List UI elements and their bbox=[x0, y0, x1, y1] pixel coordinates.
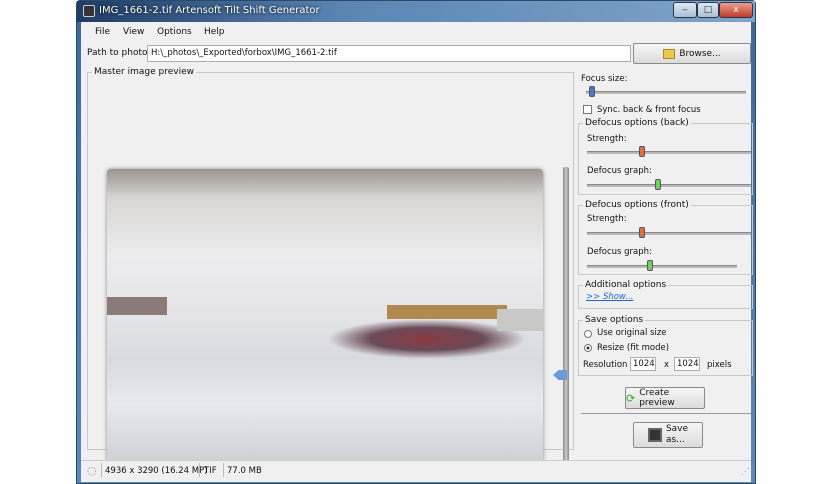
menu-bar: File View Options Help bbox=[81, 22, 751, 42]
use-original-radio[interactable] bbox=[584, 330, 592, 338]
save-as-button[interactable]: Save as... bbox=[633, 422, 703, 448]
height-input[interactable]: 1024 bbox=[674, 357, 700, 371]
app-window: IMG_1661-2.tif Artensoft Tilt Shift Gene… bbox=[76, 0, 756, 484]
sync-checkbox[interactable] bbox=[583, 105, 592, 114]
divider bbox=[581, 413, 751, 414]
focus-position-slider[interactable] bbox=[563, 167, 569, 465]
back-graph-label: Defocus graph: bbox=[587, 166, 652, 176]
browse-button[interactable]: Browse... bbox=[633, 43, 751, 64]
separator bbox=[223, 463, 224, 477]
preview-image bbox=[107, 169, 543, 463]
building bbox=[107, 297, 167, 315]
menu-view[interactable]: View bbox=[123, 27, 144, 37]
focus-position-handle[interactable] bbox=[553, 370, 567, 380]
focus-size-slider[interactable] bbox=[586, 91, 746, 94]
by-label: x bbox=[664, 360, 670, 370]
path-input[interactable]: H:\_photos\_Exported\forbox\IMG_1661-2.t… bbox=[147, 45, 631, 62]
resize-radio[interactable] bbox=[584, 344, 592, 352]
front-strength-slider[interactable] bbox=[587, 232, 751, 235]
browse-label: Browse... bbox=[679, 48, 721, 59]
use-original-label: Use original size bbox=[597, 328, 667, 338]
front-graph-slider[interactable] bbox=[587, 265, 737, 268]
menu-options[interactable]: Options bbox=[157, 27, 192, 37]
resize-label: Resize (fit mode) bbox=[597, 343, 670, 353]
folder-icon bbox=[663, 48, 676, 59]
window-title: IMG_1661-2.tif Artensoft Tilt Shift Gene… bbox=[99, 5, 320, 16]
master-preview-group: Master image preview bbox=[87, 67, 574, 465]
app-icon bbox=[83, 5, 95, 17]
defocus-front-label: Defocus options (front) bbox=[583, 200, 691, 210]
building bbox=[497, 309, 543, 331]
client-area: File View Options Help Path to photo: H:… bbox=[81, 22, 753, 482]
title-bar: IMG_1661-2.tif Artensoft Tilt Shift Gene… bbox=[77, 1, 755, 22]
maximize-button[interactable]: □ bbox=[697, 2, 719, 18]
loading-spinner-icon: ◌ bbox=[87, 464, 97, 477]
additional-options-label: Additional options bbox=[583, 280, 669, 290]
resize-grip-icon[interactable]: ⋰ bbox=[741, 467, 750, 477]
close-button[interactable]: x bbox=[719, 2, 753, 18]
width-input[interactable]: 1024 bbox=[630, 357, 656, 371]
resolution-label: Resolution bbox=[583, 360, 628, 370]
focus-size-thumb[interactable] bbox=[589, 86, 595, 97]
front-graph-thumb[interactable] bbox=[647, 260, 653, 271]
file-size: 77.0 MB bbox=[227, 466, 262, 476]
defocus-back-label: Defocus options (back) bbox=[583, 118, 691, 128]
front-strength-thumb[interactable] bbox=[639, 227, 645, 238]
back-graph-slider[interactable] bbox=[587, 184, 751, 187]
focus-size-label: Focus size: bbox=[581, 74, 628, 84]
minimize-button[interactable]: ‒ bbox=[673, 2, 697, 18]
refresh-icon: ⟳ bbox=[626, 391, 636, 405]
menu-help[interactable]: Help bbox=[204, 27, 225, 37]
save-as-label-line1: Save bbox=[665, 424, 689, 434]
image-dimensions: 4936 x 3290 (16.24 MP) bbox=[105, 466, 208, 476]
front-graph-label: Defocus graph: bbox=[587, 247, 652, 257]
additional-options-group: Additional options >> Show... bbox=[578, 280, 753, 309]
menu-file[interactable]: File bbox=[95, 27, 110, 37]
separator bbox=[101, 463, 102, 477]
front-strength-label: Strength: bbox=[587, 214, 627, 224]
floppy-disk-icon bbox=[647, 428, 662, 442]
path-label: Path to photo: bbox=[87, 48, 151, 58]
save-options-group: Save options Use original size Resize (f… bbox=[578, 315, 753, 376]
defocus-back-group: Defocus options (back) Strength: Defocus… bbox=[578, 118, 753, 195]
back-graph-thumb[interactable] bbox=[655, 179, 661, 190]
back-strength-thumb[interactable] bbox=[639, 146, 645, 157]
create-preview-button[interactable]: ⟳ Create preview bbox=[625, 387, 705, 409]
save-as-label-line2: as... bbox=[665, 435, 685, 445]
back-strength-label: Strength: bbox=[587, 134, 627, 144]
defocus-front-group: Defocus options (front) Strength: Defocu… bbox=[578, 200, 753, 275]
show-more-link[interactable]: >> Show... bbox=[586, 292, 633, 302]
back-strength-slider[interactable] bbox=[587, 151, 751, 154]
status-bar: ◌ 4936 x 3290 (16.24 MP) TIF 77.0 MB ⋰ bbox=[81, 460, 751, 479]
image-format: TIF bbox=[204, 466, 217, 476]
save-options-label: Save options bbox=[583, 315, 646, 325]
master-preview-label: Master image preview bbox=[92, 67, 196, 77]
pixels-label: pixels bbox=[707, 360, 732, 370]
building bbox=[387, 305, 507, 319]
create-preview-label: Create preview bbox=[639, 388, 675, 408]
sync-label: Sync. back & front focus bbox=[597, 105, 701, 115]
separator bbox=[199, 463, 200, 477]
